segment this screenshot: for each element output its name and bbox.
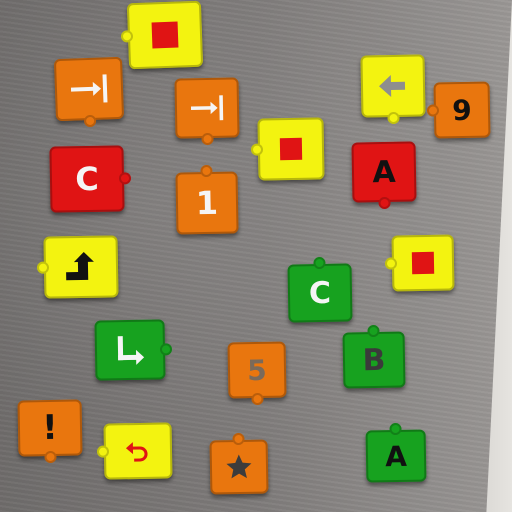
orange-move-to-end-tile-2[interactable] — [174, 77, 240, 139]
arrow-left-icon — [379, 75, 406, 98]
orange-five-tile[interactable]: 5 — [227, 341, 287, 399]
move-to-end-icon — [70, 74, 108, 103]
stop-square-icon — [151, 21, 179, 49]
yellow-turn-tile[interactable] — [43, 235, 119, 299]
stop-square-icon — [411, 251, 435, 275]
tile-label: 9 — [451, 93, 473, 127]
yellow-stop-tile-3[interactable] — [391, 234, 455, 292]
corner-arrow-icon — [117, 336, 145, 365]
tile-label: A — [372, 154, 396, 190]
yellow-arrow-left-tile[interactable] — [360, 54, 426, 118]
red-c-tile[interactable]: C — [49, 145, 125, 213]
orange-exclaim-tile[interactable]: ! — [17, 399, 83, 457]
photo-scene: 9 C 1 A C 5 B ! A — [0, 0, 512, 512]
orange-nine-tile[interactable]: 9 — [433, 81, 491, 139]
tile-label: C — [74, 159, 100, 199]
stop-square-icon — [279, 137, 303, 161]
tile-label: C — [308, 275, 332, 311]
orange-move-to-end-tile-1[interactable] — [53, 56, 125, 122]
red-a-tile[interactable]: A — [351, 141, 417, 203]
green-corner-arrow-tile[interactable] — [94, 319, 166, 381]
yellow-stop-tile-2[interactable] — [257, 117, 325, 181]
green-a-tile[interactable]: A — [365, 429, 427, 483]
star-icon — [226, 454, 252, 479]
green-b-tile[interactable]: B — [342, 331, 406, 389]
tile-label: 5 — [246, 353, 268, 387]
tile-label: B — [362, 342, 386, 378]
orange-one-tile[interactable]: 1 — [175, 171, 239, 235]
turn-up-right-icon — [66, 251, 94, 281]
yellow-stop-tile[interactable] — [126, 0, 204, 70]
tile-label: A — [384, 439, 408, 473]
green-c-tile[interactable]: C — [287, 263, 353, 323]
orange-star-tile[interactable] — [209, 439, 269, 495]
tile-label: ! — [41, 407, 59, 449]
move-to-end-icon — [190, 95, 224, 121]
undo-arrow-icon — [125, 442, 148, 462]
yellow-undo-tile[interactable] — [103, 422, 173, 480]
tile-label: 1 — [195, 183, 219, 223]
